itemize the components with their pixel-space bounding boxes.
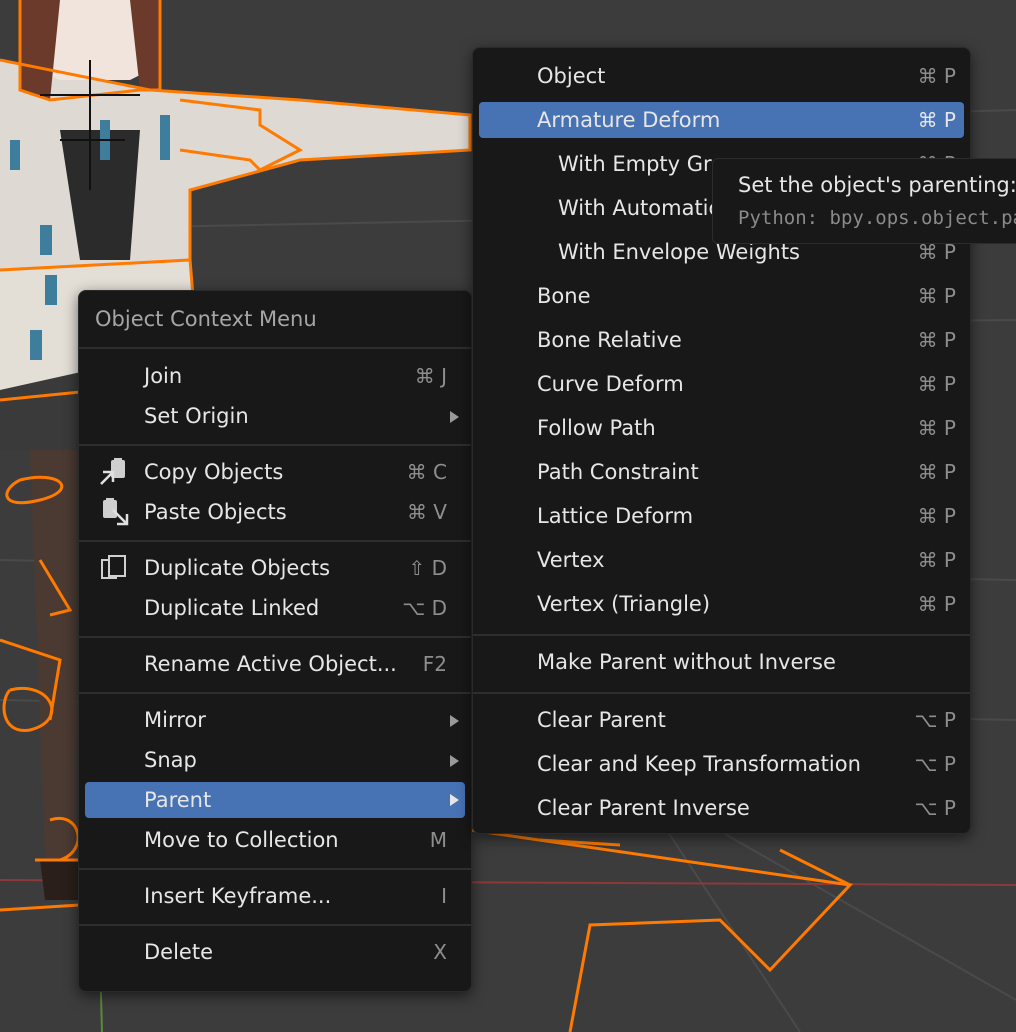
- vertex-triangle-item[interactable]: Vertex (Triangle) ⌘ P: [473, 582, 970, 626]
- duplicate-objects-label: Duplicate Objects: [144, 556, 331, 580]
- bone-relative-shortcut: ⌘ P: [917, 328, 956, 352]
- submenu-arrow-icon: [450, 794, 459, 806]
- clear-parent-label: Clear Parent: [537, 708, 666, 732]
- submenu-arrow-icon: [450, 755, 459, 767]
- bone-relative-label: Bone Relative: [537, 328, 682, 352]
- parent-object-label: Object: [537, 64, 606, 88]
- duplicate-linked-shortcut: ⌥ D: [402, 596, 447, 620]
- clear-and-keep-transformation-item[interactable]: Clear and Keep Transformation ⌥ P: [473, 742, 970, 786]
- lattice-deform-label: Lattice Deform: [537, 504, 694, 528]
- paste-objects-shortcut: ⌘ V: [406, 500, 447, 524]
- copy-objects-item[interactable]: Copy Objects ⌘ C: [79, 452, 471, 492]
- join-shortcut: ⌘ J: [414, 364, 447, 388]
- vertex-item[interactable]: Vertex ⌘ P: [473, 538, 970, 582]
- vertex-shortcut: ⌘ P: [917, 548, 956, 572]
- clear-and-keep-transformation-label: Clear and Keep Transformation: [537, 752, 861, 776]
- parent-object-item[interactable]: Object ⌘ P: [473, 54, 970, 98]
- duplicate-linked-item[interactable]: Duplicate Linked ⌥ D: [79, 588, 471, 628]
- lattice-deform-shortcut: ⌘ P: [917, 504, 956, 528]
- delete-shortcut: X: [433, 940, 447, 964]
- make-parent-without-inverse-item[interactable]: Make Parent without Inverse: [473, 640, 970, 684]
- curve-deform-item[interactable]: Curve Deform ⌘ P: [473, 362, 970, 406]
- armature-deform-shortcut: ⌘ P: [917, 108, 956, 132]
- move-to-collection-item[interactable]: Move to Collection M: [79, 820, 471, 860]
- follow-path-shortcut: ⌘ P: [917, 416, 956, 440]
- parent-item[interactable]: Parent: [85, 782, 465, 818]
- insert-keyframe-shortcut: I: [441, 884, 447, 908]
- rename-active-object-item[interactable]: Rename Active Object... F2: [79, 644, 471, 684]
- duplicate-icon: [99, 554, 131, 582]
- armature-deform-item[interactable]: Armature Deform ⌘ P: [479, 102, 964, 138]
- snap-label: Snap: [144, 748, 197, 772]
- rename-active-object-shortcut: F2: [422, 652, 447, 676]
- vertex-label: Vertex: [537, 548, 605, 572]
- bone-item[interactable]: Bone ⌘ P: [473, 274, 970, 318]
- path-constraint-shortcut: ⌘ P: [917, 460, 956, 484]
- menu-title: Object Context Menu: [79, 291, 471, 349]
- clear-parent-inverse-item[interactable]: Clear Parent Inverse ⌥ P: [473, 786, 970, 830]
- clear-parent-shortcut: ⌥ P: [914, 708, 956, 732]
- lattice-deform-item[interactable]: Lattice Deform ⌘ P: [473, 494, 970, 538]
- bone-shortcut: ⌘ P: [917, 284, 956, 308]
- make-parent-without-inverse-label: Make Parent without Inverse: [537, 650, 836, 674]
- parent-object-shortcut: ⌘ P: [917, 64, 956, 88]
- tooltip-title: Set the object's parenting:: [738, 173, 1016, 197]
- curve-deform-label: Curve Deform: [537, 372, 684, 396]
- insert-keyframe-item[interactable]: Insert Keyframe... I: [79, 876, 471, 916]
- mirror-item[interactable]: Mirror: [79, 700, 471, 740]
- set-origin-label: Set Origin: [144, 404, 249, 428]
- duplicate-linked-label: Duplicate Linked: [144, 596, 320, 620]
- object-context-menu: Object Context Menu Join ⌘ J Set Origin …: [78, 290, 472, 992]
- paste-objects-item[interactable]: Paste Objects ⌘ V: [79, 492, 471, 532]
- rename-active-object-label: Rename Active Object...: [144, 652, 397, 676]
- delete-item[interactable]: Delete X: [79, 932, 471, 972]
- tooltip: Set the object's parenting: Python: bpy.…: [712, 158, 1016, 244]
- bone-relative-item[interactable]: Bone Relative ⌘ P: [473, 318, 970, 362]
- copy-objects-label: Copy Objects: [144, 460, 284, 484]
- copy-objects-icon: [99, 458, 131, 486]
- duplicate-objects-shortcut: ⇧ D: [408, 556, 447, 580]
- vertex-triangle-label: Vertex (Triangle): [537, 592, 711, 616]
- mirror-label: Mirror: [144, 708, 206, 732]
- insert-keyframe-label: Insert Keyframe...: [144, 884, 332, 908]
- clear-parent-item[interactable]: Clear Parent ⌥ P: [473, 698, 970, 742]
- move-to-collection-label: Move to Collection: [144, 828, 339, 852]
- join-label: Join: [144, 364, 183, 388]
- clear-parent-inverse-label: Clear Parent Inverse: [537, 796, 750, 820]
- curve-deform-shortcut: ⌘ P: [917, 372, 956, 396]
- join-item[interactable]: Join ⌘ J: [79, 356, 471, 396]
- submenu-arrow-icon: [450, 715, 459, 727]
- tooltip-python: Python: bpy.ops.object.parent_set: [738, 207, 1016, 229]
- clear-and-keep-transformation-shortcut: ⌥ P: [914, 752, 956, 776]
- delete-label: Delete: [144, 940, 213, 964]
- copy-objects-shortcut: ⌘ C: [406, 460, 447, 484]
- path-constraint-label: Path Constraint: [537, 460, 699, 484]
- vertex-triangle-shortcut: ⌘ P: [917, 592, 956, 616]
- set-origin-item[interactable]: Set Origin: [79, 396, 471, 436]
- bone-label: Bone: [537, 284, 591, 308]
- submenu-arrow-icon: [450, 411, 459, 423]
- armature-deform-label: Armature Deform: [537, 108, 721, 132]
- duplicate-objects-item[interactable]: Duplicate Objects ⇧ D: [79, 548, 471, 588]
- path-constraint-item[interactable]: Path Constraint ⌘ P: [473, 450, 970, 494]
- follow-path-label: Follow Path: [537, 416, 656, 440]
- paste-objects-label: Paste Objects: [144, 500, 287, 524]
- paste-objects-icon: [99, 498, 131, 526]
- snap-item[interactable]: Snap: [79, 740, 471, 780]
- move-to-collection-shortcut: M: [429, 828, 447, 852]
- clear-parent-inverse-shortcut: ⌥ P: [914, 796, 956, 820]
- parent-label: Parent: [144, 788, 212, 812]
- follow-path-item[interactable]: Follow Path ⌘ P: [473, 406, 970, 450]
